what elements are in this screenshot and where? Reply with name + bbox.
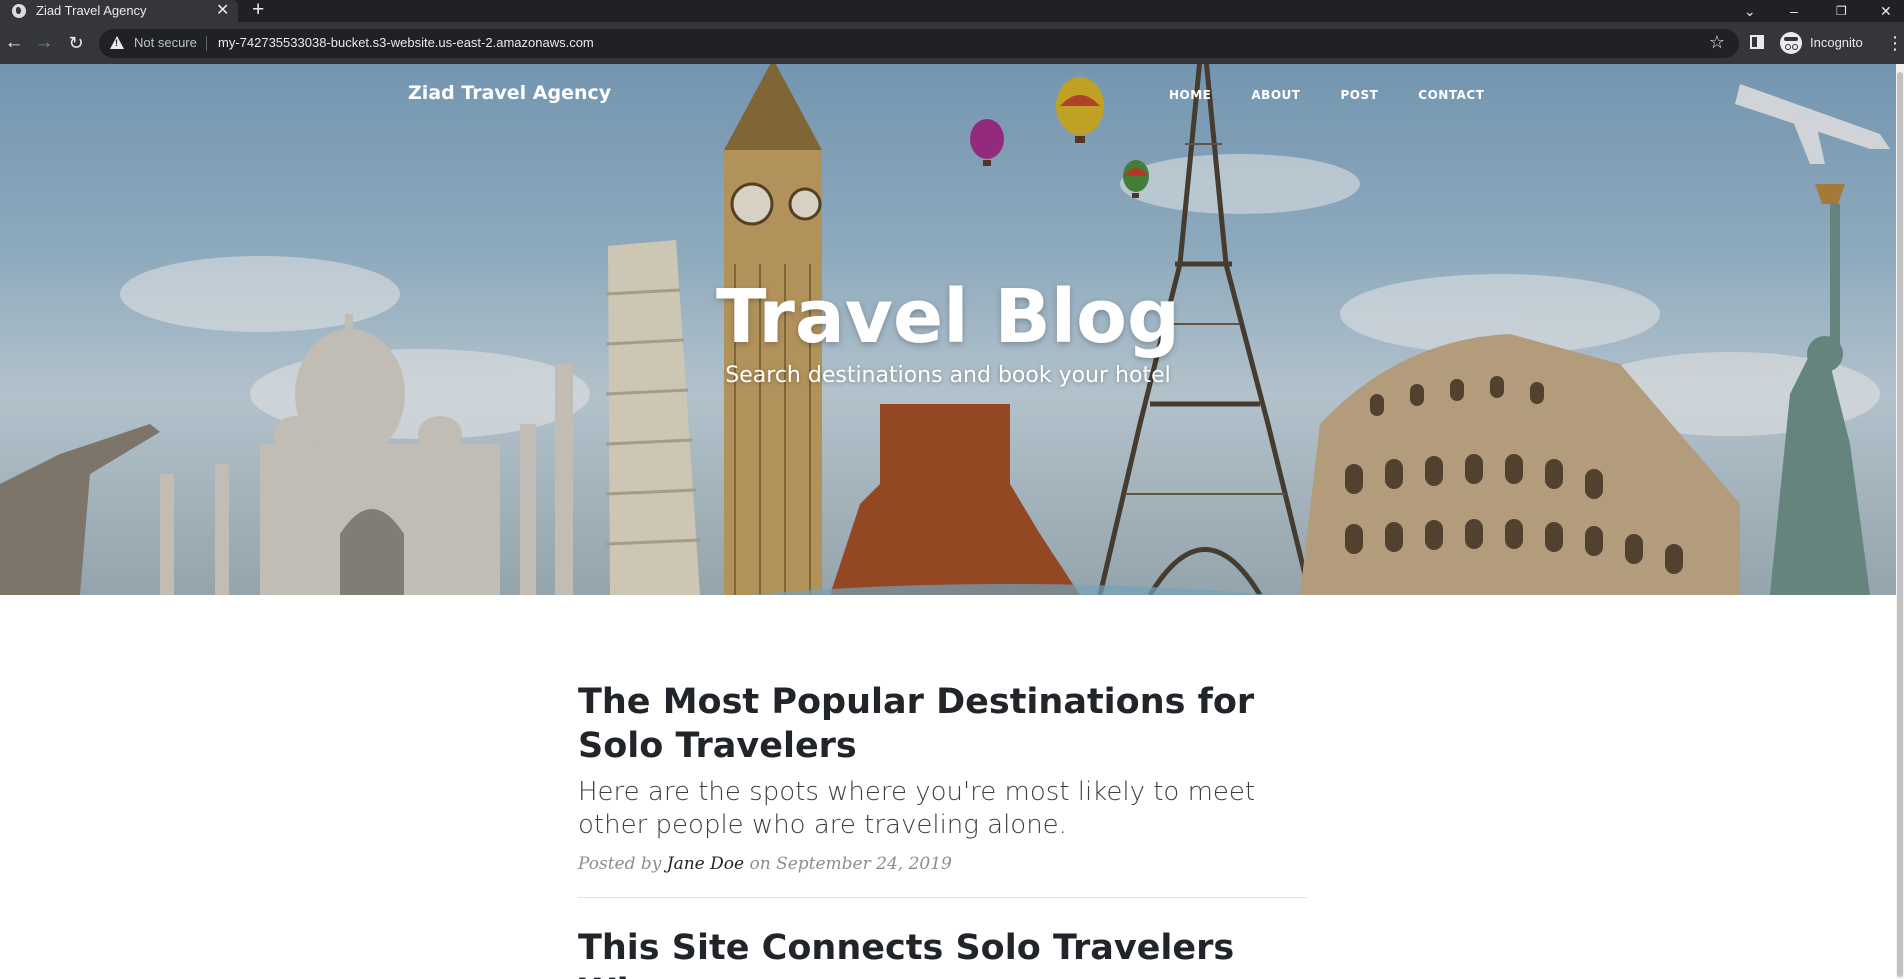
url-text[interactable]: my-742735533038-bucket.s3-website.us-eas… bbox=[218, 35, 594, 50]
globe-icon bbox=[12, 4, 26, 18]
post-title[interactable]: This Site Connects Solo Travelers Who bbox=[578, 926, 1307, 979]
new-tab-button[interactable]: + bbox=[252, 0, 264, 21]
window-close-icon[interactable]: ✕ bbox=[1880, 0, 1892, 22]
post-author-link[interactable]: Jane Doe bbox=[667, 854, 744, 874]
hero-masthead: Ziad Travel Agency HOME ABOUT POST CONTA… bbox=[0, 64, 1896, 595]
hero-title: Travel Blog bbox=[716, 274, 1180, 360]
incognito-icon[interactable] bbox=[1780, 32, 1802, 54]
tab-title: Ziad Travel Agency bbox=[36, 3, 147, 18]
browser-tab[interactable]: Ziad Travel Agency ✕ bbox=[0, 0, 238, 22]
nav-home-link[interactable]: HOME bbox=[1169, 88, 1211, 102]
bookmark-star-icon[interactable]: ☆ bbox=[1709, 32, 1725, 53]
post-subtitle[interactable]: Here are the spots where you're most lik… bbox=[578, 776, 1307, 842]
page-scrollbar[interactable] bbox=[1896, 64, 1904, 979]
site-heading: Travel Blog Search destinations and book… bbox=[0, 271, 1896, 388]
post-divider bbox=[578, 897, 1307, 898]
side-panel-icon[interactable] bbox=[1750, 35, 1764, 49]
browser-toolbar: ← → ↻ Not secure my-742735533038-bucket.… bbox=[0, 22, 1904, 64]
not-secure-label[interactable]: Not secure bbox=[134, 35, 197, 50]
nav-links: HOME ABOUT POST CONTACT bbox=[1169, 88, 1484, 102]
browser-menu-icon[interactable]: ⋮ bbox=[1886, 31, 1904, 55]
post-meta: Posted by Jane Doe on September 24, 2019 bbox=[578, 854, 1307, 874]
minimize-icon[interactable]: – bbox=[1790, 0, 1798, 22]
warning-icon bbox=[110, 36, 124, 49]
post-preview[interactable]: The Most Popular Destinations for Solo T… bbox=[578, 680, 1307, 874]
forward-arrow-icon[interactable]: → bbox=[32, 31, 56, 55]
scrollbar-thumb[interactable] bbox=[1897, 72, 1903, 977]
close-tab-icon[interactable]: ✕ bbox=[216, 1, 229, 21]
reload-icon[interactable]: ↻ bbox=[64, 31, 88, 55]
tab-search-icon[interactable]: ⌄ bbox=[1744, 0, 1756, 22]
post-meta-on: on bbox=[749, 854, 771, 874]
browser-tab-strip: Ziad Travel Agency ✕ + ⌄ – ❐ ✕ bbox=[0, 0, 1904, 22]
omnibox-divider bbox=[206, 36, 207, 51]
post-preview[interactable]: This Site Connects Solo Travelers Who bbox=[578, 926, 1307, 979]
hero-subtitle: Search destinations and book your hotel bbox=[725, 363, 1171, 388]
post-title[interactable]: The Most Popular Destinations for Solo T… bbox=[578, 680, 1307, 768]
address-bar[interactable]: Not secure my-742735533038-bucket.s3-web… bbox=[99, 29, 1739, 58]
page-viewport: Ziad Travel Agency HOME ABOUT POST CONTA… bbox=[0, 64, 1904, 979]
nav-contact-link[interactable]: CONTACT bbox=[1418, 88, 1484, 102]
post-meta-prefix: Posted by bbox=[578, 854, 662, 874]
post-date: September 24, 2019 bbox=[776, 854, 952, 874]
back-arrow-icon[interactable]: ← bbox=[2, 31, 26, 55]
main-navbar: Ziad Travel Agency HOME ABOUT POST CONTA… bbox=[0, 64, 1896, 128]
restore-icon[interactable]: ❐ bbox=[1836, 0, 1847, 22]
incognito-label[interactable]: Incognito bbox=[1810, 35, 1863, 50]
brand-logo-link[interactable]: Ziad Travel Agency bbox=[408, 82, 611, 104]
post-list: The Most Popular Destinations for Solo T… bbox=[578, 680, 1307, 979]
nav-about-link[interactable]: ABOUT bbox=[1251, 88, 1300, 102]
nav-post-link[interactable]: POST bbox=[1340, 88, 1378, 102]
